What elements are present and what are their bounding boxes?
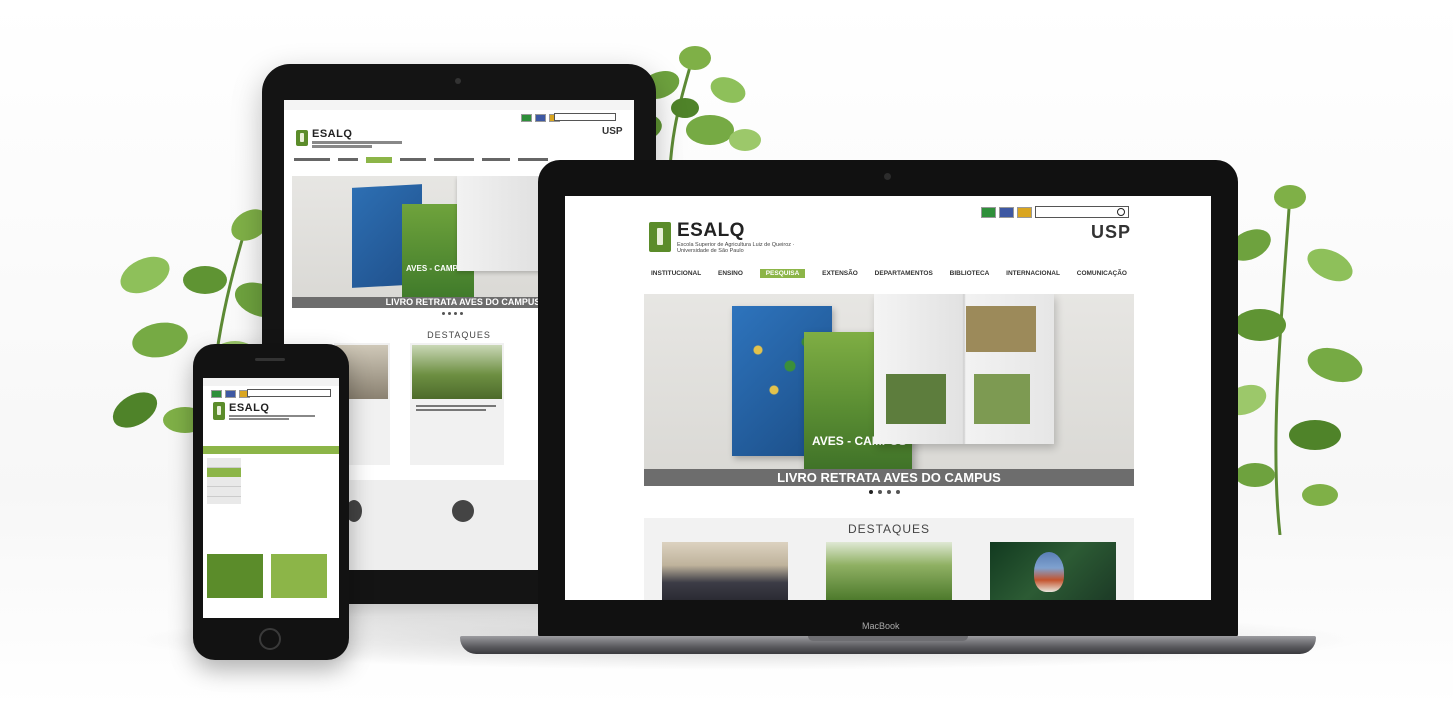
macbook-device: USP ESALQ Escola Superior de Agricultura…	[538, 160, 1238, 638]
nav-item-institucional[interactable]: INSTITUCIONAL	[651, 270, 701, 277]
macbook-logo-title: ESALQ	[677, 220, 745, 241]
bird-figure	[1034, 552, 1064, 592]
macbook-brand-label: MacBook	[862, 621, 900, 631]
phone-logo-title: ESALQ	[229, 402, 270, 414]
slider-dot[interactable]	[448, 312, 451, 315]
macbook-search-input[interactable]	[1035, 206, 1129, 218]
search-icon[interactable]	[1117, 208, 1125, 216]
tablet-nav-item[interactable]	[400, 158, 426, 161]
phone-home-button[interactable]	[259, 628, 281, 650]
tablet-status-bar	[284, 100, 634, 110]
tablet-section-title: DESTAQUES	[427, 330, 491, 340]
slider-dot[interactable]	[454, 312, 457, 315]
macbook-screen: USP ESALQ Escola Superior de Agricultura…	[565, 196, 1211, 600]
tablet-nav-item[interactable]	[518, 158, 548, 161]
phone-logo-sub-line	[229, 418, 289, 420]
esalq-shield-icon	[296, 130, 308, 146]
phone-speaker	[255, 358, 285, 361]
phone-tile-dark-green[interactable]	[207, 554, 263, 598]
macbook-logo[interactable]: ESALQ Escola Superior de Agricultura Lui…	[649, 220, 827, 254]
card-text-line	[416, 409, 486, 411]
macbook-hero-slider[interactable]: AVES - CAMPUS LIVRO RETRATA AVES DO CAMP…	[644, 294, 1134, 486]
tablet-highlight-card[interactable]	[410, 343, 504, 465]
nav-item-biblioteca[interactable]: BIBLIOTECA	[950, 270, 990, 277]
phone-dropdown-menu	[207, 458, 241, 504]
tablet-logo-title: ESALQ	[312, 128, 353, 140]
nav-item-ensino[interactable]: ENSINO	[718, 270, 743, 277]
tablet-usp-logo: USP	[602, 126, 623, 137]
tablet-slider-dots	[442, 312, 463, 315]
tablet-nav-item[interactable]	[482, 158, 510, 161]
brazil-flag-icon[interactable]	[521, 114, 532, 122]
card-text-line	[416, 405, 496, 407]
uk-flag-icon[interactable]	[999, 207, 1014, 218]
phone-flags	[211, 390, 250, 398]
phone-menu-item[interactable]	[207, 477, 241, 487]
tablet-nav-item[interactable]	[338, 158, 358, 161]
tablet-camera	[455, 78, 461, 84]
macbook-usp-logo[interactable]: USP	[1091, 222, 1131, 243]
nav-item-departamentos[interactable]: DEPARTAMENTOS	[875, 270, 933, 277]
brazil-flag-icon[interactable]	[211, 390, 222, 398]
device-mockup-scene: USP ESALQ AVES - CAMPUS LIVRO RETRATA AV…	[0, 0, 1453, 706]
esalq-shield-icon	[213, 402, 225, 420]
slider-dot[interactable]	[442, 312, 445, 315]
card-image	[412, 345, 502, 399]
phone-device: ESALQ	[193, 344, 349, 660]
macbook-base: MacBook	[460, 621, 1316, 654]
book-photo	[974, 374, 1030, 424]
highlight-card-photo-bird[interactable]	[990, 542, 1116, 600]
tablet-search-input[interactable]	[554, 113, 616, 121]
nav-item-comunicacao[interactable]: COMUNICAÇÃO	[1077, 270, 1127, 277]
phone-menu-item-active[interactable]	[207, 468, 241, 477]
phone-tile-light-green[interactable]	[271, 554, 327, 598]
macbook-section-title: DESTAQUES	[847, 522, 931, 536]
phone-logo[interactable]: ESALQ	[213, 402, 315, 420]
highlight-card-photo-group[interactable]	[662, 542, 788, 600]
tablet-nav-item[interactable]	[434, 158, 474, 161]
phone-search-input[interactable]	[247, 389, 331, 397]
phone-screen: ESALQ	[203, 378, 339, 618]
phone-menu-item[interactable]	[207, 458, 241, 468]
macbook-camera	[884, 173, 891, 180]
phone-menu-item[interactable]	[207, 487, 241, 497]
macbook-book-open	[874, 294, 1054, 444]
tablet-nav-item-active[interactable]	[366, 157, 392, 163]
people-icon[interactable]	[452, 500, 474, 522]
spain-flag-icon[interactable]	[1017, 207, 1032, 218]
tablet-logo[interactable]: ESALQ	[296, 128, 402, 148]
macbook-logo-sub: Escola Superior de Agricultura Luiz de Q…	[677, 242, 795, 255]
uk-flag-icon[interactable]	[535, 114, 546, 122]
book-photo	[966, 306, 1036, 352]
macbook-nav: INSTITUCIONAL ENSINO PESQUISA EXTENSÃO D…	[651, 266, 1127, 280]
macbook-notch	[808, 636, 968, 641]
macbook-hero-caption: LIVRO RETRATA AVES DO CAMPUS	[644, 469, 1134, 486]
slider-dot[interactable]	[869, 490, 873, 494]
tablet-nav-item[interactable]	[294, 158, 330, 161]
nav-item-extensao[interactable]: EXTENSÃO	[822, 270, 858, 277]
phone-status-bar	[203, 378, 339, 386]
macbook-flags	[981, 207, 1032, 218]
macbook-highlights-panel: DESTAQUES	[644, 518, 1134, 600]
brazil-flag-icon[interactable]	[981, 207, 996, 218]
phone-menu-bar[interactable]	[203, 446, 339, 454]
nav-item-pesquisa[interactable]: PESQUISA	[759, 268, 806, 278]
phone-logo-sub-line	[229, 415, 315, 417]
slider-dot[interactable]	[878, 490, 882, 494]
highlight-card-photo-grass[interactable]	[826, 542, 952, 600]
esalq-shield-icon	[649, 222, 671, 253]
nav-item-internacional[interactable]: INTERNACIONAL	[1006, 270, 1060, 277]
book-photo	[886, 374, 946, 424]
slider-dot[interactable]	[887, 490, 891, 494]
slider-dot[interactable]	[460, 312, 463, 315]
tablet-logo-sub-line	[312, 141, 402, 144]
slider-dot[interactable]	[896, 490, 900, 494]
tablet-logo-sub-line	[312, 145, 372, 148]
macbook-slider-dots	[869, 490, 900, 494]
uk-flag-icon[interactable]	[225, 390, 236, 398]
